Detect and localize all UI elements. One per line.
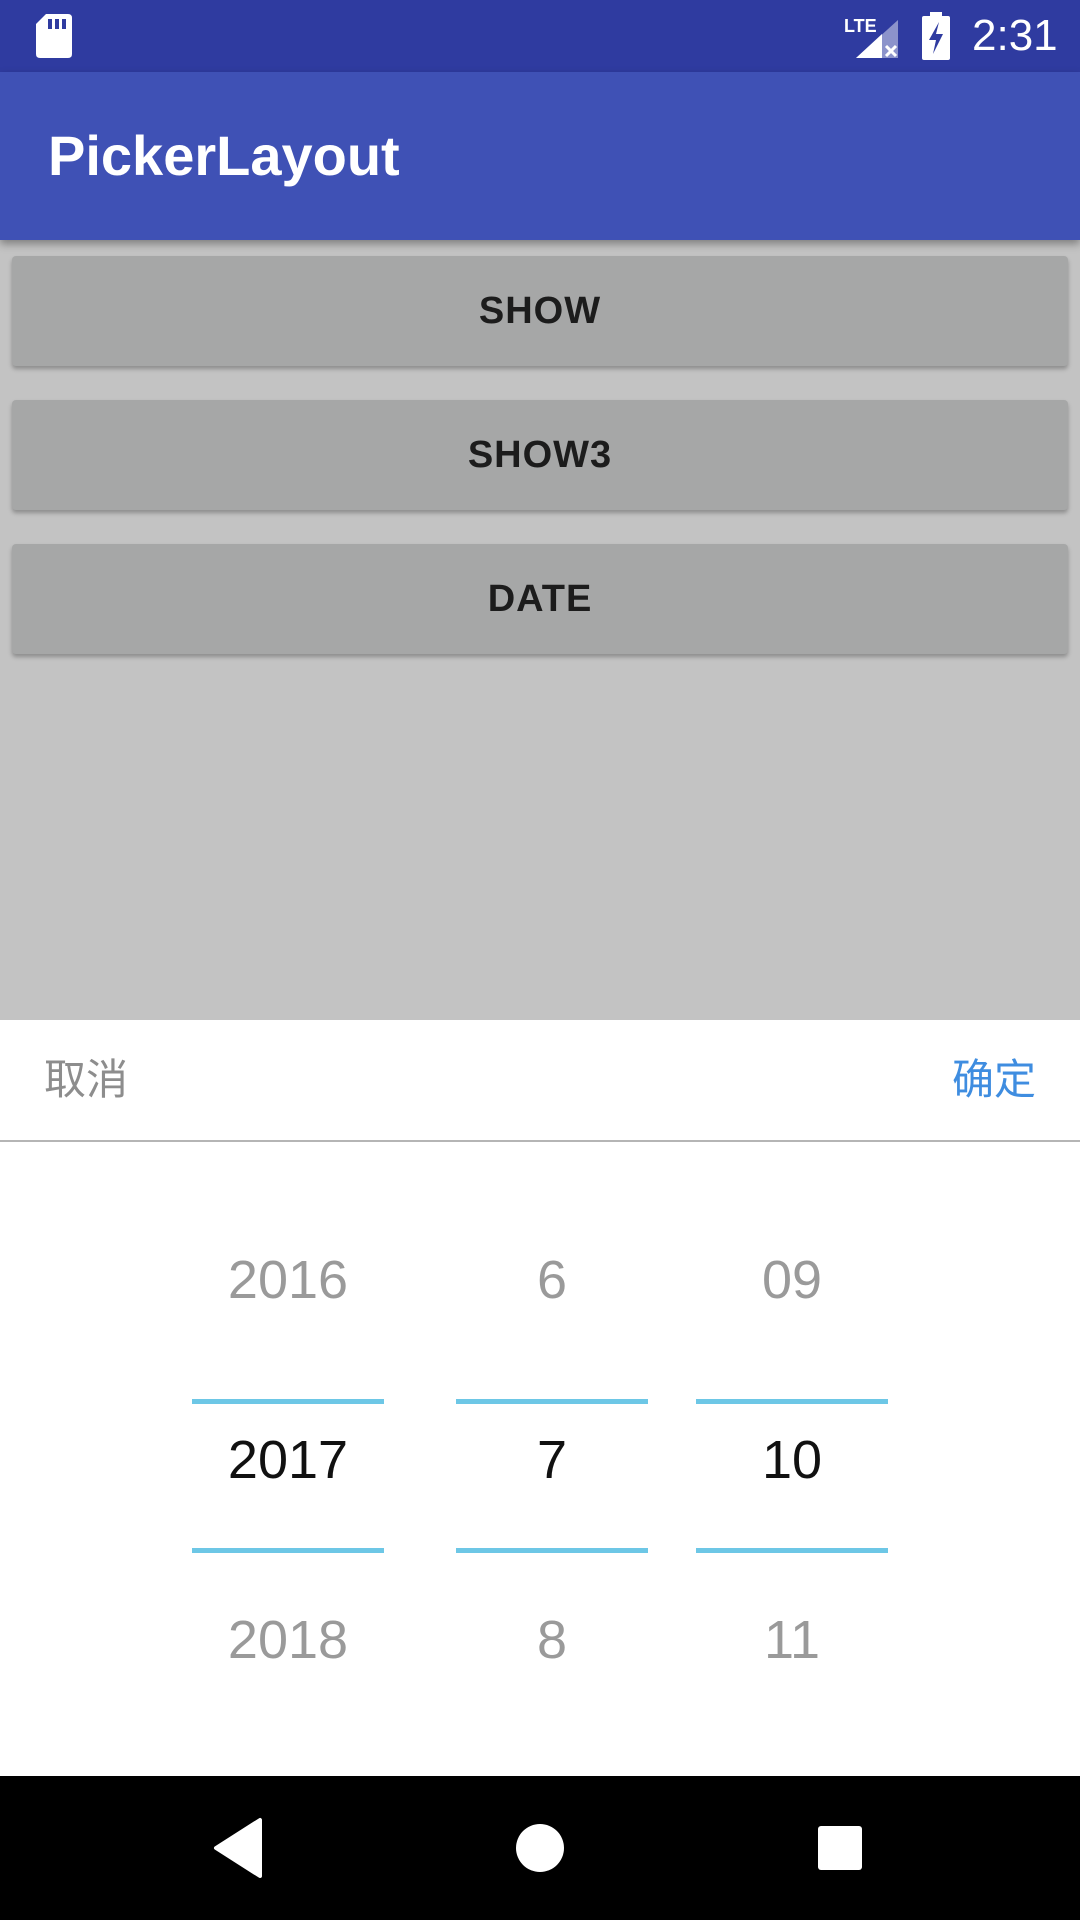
year-next-item[interactable]: 2018	[192, 1590, 384, 1690]
day-prev-item[interactable]: 09	[696, 1230, 888, 1330]
home-icon[interactable]	[512, 1816, 568, 1885]
month-selected-item[interactable]: 7	[456, 1410, 648, 1510]
status-bar: LTE 2:31	[0, 0, 1080, 72]
day-next-item[interactable]: 11	[696, 1590, 888, 1690]
year-wheel[interactable]: 2016 2017 2018	[192, 1190, 384, 1730]
status-clock: 2:31	[972, 11, 1058, 60]
show3-button[interactable]: SHOW3	[12, 400, 1068, 510]
year-selected-item[interactable]: 2017	[192, 1410, 384, 1510]
confirm-button[interactable]: 确定	[952, 1020, 1036, 1140]
main-content: SHOW SHOW3 DATE	[0, 240, 1080, 1020]
lte-signal-icon: LTE	[842, 12, 902, 65]
battery-charging-icon	[920, 12, 952, 65]
year-divider-bottom	[192, 1548, 384, 1553]
sd-card-icon	[36, 14, 72, 63]
day-divider-bottom	[696, 1548, 888, 1553]
year-prev-item[interactable]: 2016	[192, 1230, 384, 1330]
month-wheel[interactable]: 6 7 8	[456, 1190, 648, 1730]
day-divider-top	[696, 1399, 888, 1404]
month-next-item[interactable]: 8	[456, 1590, 648, 1690]
day-selected-item[interactable]: 10	[696, 1410, 888, 1510]
month-divider-top	[456, 1399, 648, 1404]
month-prev-item[interactable]: 6	[456, 1230, 648, 1330]
date-picker-sheet: 取消 确定 2016 2017 2018 6 7 8 09 10 11	[0, 1020, 1080, 1776]
show-button[interactable]: SHOW	[12, 256, 1068, 366]
svg-text:LTE: LTE	[844, 16, 877, 36]
back-icon[interactable]	[212, 1816, 268, 1885]
year-divider-top	[192, 1399, 384, 1404]
day-wheel[interactable]: 09 10 11	[696, 1190, 888, 1730]
page-title: PickerLayout	[48, 124, 400, 187]
date-button[interactable]: DATE	[12, 544, 1068, 654]
picker-header: 取消 确定	[0, 1020, 1080, 1142]
navigation-bar	[0, 1776, 1080, 1920]
app-toolbar: PickerLayout	[0, 72, 1080, 240]
recents-icon[interactable]	[812, 1816, 868, 1885]
cancel-button[interactable]: 取消	[44, 1020, 128, 1140]
month-divider-bottom	[456, 1548, 648, 1553]
